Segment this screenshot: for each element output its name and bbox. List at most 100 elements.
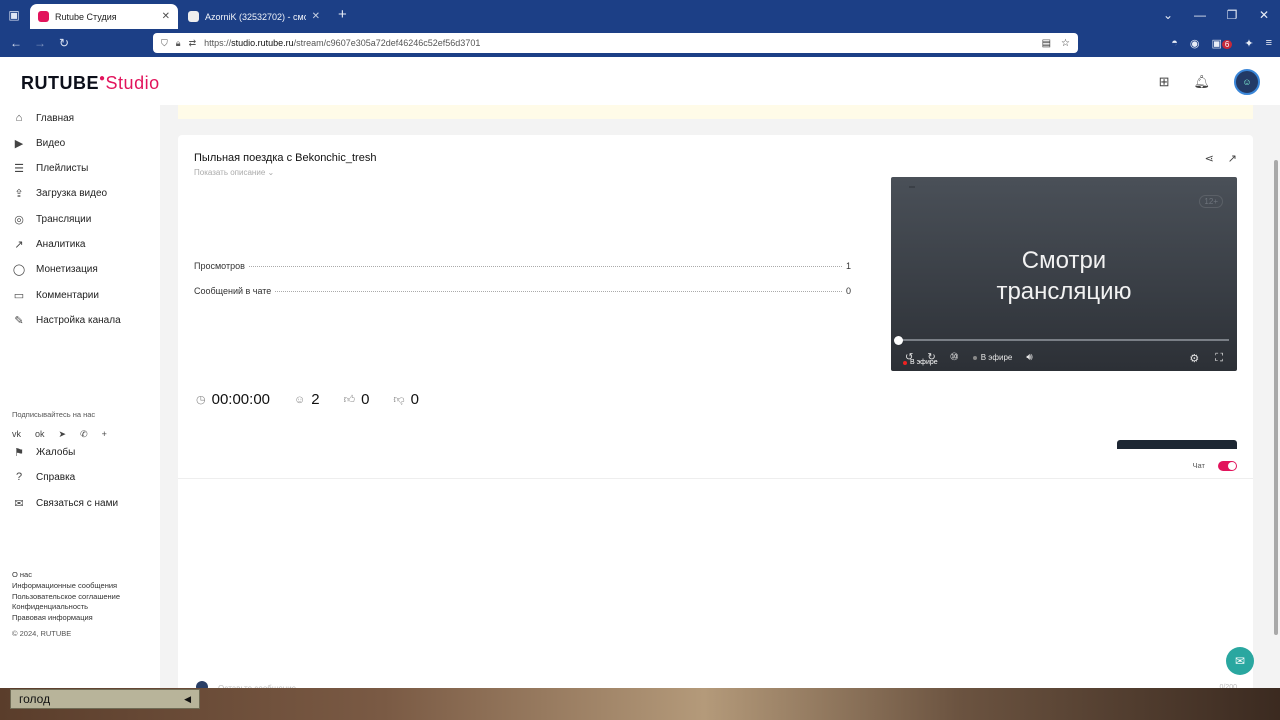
addon-badge-icon[interactable]: ▣ 6 [1212, 37, 1233, 50]
sidebar-item-upload[interactable]: ⇪ Загрузка видео [12, 187, 107, 200]
upload-icon: ⇪ [14, 188, 24, 200]
bookmark-star-icon[interactable]: ☆ [1061, 38, 1070, 49]
dislikes-count: 0 [410, 391, 419, 408]
analytics-icon: ↗ [14, 239, 24, 251]
shield-icon: ⛉ [161, 37, 168, 48]
lock-icon: 🔒︎ [175, 37, 181, 48]
close-tab-icon[interactable]: ✕ [312, 11, 320, 22]
copyright: © 2024, RUTUBE [12, 629, 72, 638]
sidebar-item-comments[interactable]: ▭ Комментарии [12, 289, 99, 302]
chat-toggle[interactable] [1218, 461, 1237, 471]
extension-icon[interactable]: ◉ [1190, 37, 1200, 50]
reload-icon[interactable]: ↻ [52, 36, 76, 50]
tab-list-icon[interactable]: ⌄ [1152, 8, 1184, 22]
more-icon[interactable]: + [102, 429, 107, 440]
sidebar-item-monetization[interactable]: ◯ Монетизация [12, 263, 98, 276]
maximize-icon[interactable]: ❐ [1216, 8, 1248, 22]
sidebar-item-video[interactable]: ▶ Видео [12, 137, 65, 150]
create-icon[interactable]: ⊞ [1159, 74, 1170, 90]
settings-icon: ✎ [14, 315, 24, 327]
volume-icon[interactable]: 🔊︎ [1026, 352, 1032, 363]
stream-counters: ◷ 00:00:00 ☺ 2 👍︎ 0 👎︎ 0 [196, 391, 443, 408]
viber-icon[interactable]: ✆ [80, 429, 88, 440]
ok-icon[interactable]: ok [35, 429, 45, 440]
forward-icon[interactable]: → [28, 36, 52, 50]
minimize-icon[interactable]: — [1184, 8, 1216, 22]
live-badge: В эфире [903, 359, 938, 366]
url-field[interactable]: ⛉ 🔒︎ ⇄ https://studio.rutube.ru/stream/c… [153, 33, 1078, 53]
footer-link-privacy[interactable]: Конфиденциальность [12, 602, 120, 613]
studio-app: RUTUBE●Studio ⊞ 🔔︎ ☺ ⌂ Главная ▶ Видео ☰ Пл… [0, 57, 1280, 720]
share-icon[interactable]: ⋖ [1205, 152, 1214, 165]
footer-link-about[interactable]: О нас [12, 570, 120, 581]
chat-panel: Чат Оставьте сообщение 0/200 [178, 449, 1253, 720]
new-tab-icon[interactable]: + [338, 6, 347, 23]
notifications-icon[interactable]: 🔔︎ [1193, 74, 1210, 90]
close-window-icon[interactable]: ✕ [1248, 8, 1280, 22]
sidebar: ⌂ Главная ▶ Видео ☰ Плейлисты ⇪ Загрузка вид… [0, 105, 160, 720]
rutube-favicon-icon [38, 11, 49, 22]
sidebar-item-complaints[interactable]: ⚑ Жалобы [12, 446, 75, 459]
fullscreen-icon[interactable]: ⛶ [1215, 352, 1223, 365]
help-icon: ? [15, 471, 23, 483]
menu-icon[interactable]: ≡ [1266, 37, 1272, 49]
sidebar-item-analytics[interactable]: ↗ Аналитика [12, 238, 85, 251]
contact-icon: ✉ [14, 498, 24, 510]
avatar[interactable]: ☺ [1234, 69, 1260, 95]
stat-chat-messages: Сообщений в чате 0 [194, 286, 851, 296]
viewers-count: 2 [311, 391, 320, 408]
browser-tab[interactable]: AzorniK (32532702) - смотреть ✕ [180, 4, 328, 29]
player-cta: Смотри трансляцию [996, 247, 1132, 305]
home-icon: ⌂ [15, 112, 23, 124]
tab-actions-icon[interactable]: ▣ [0, 0, 28, 29]
footer-links: О нас Информационные сообщения Пользоват… [12, 570, 120, 624]
likes-count: 0 [361, 391, 370, 408]
money-icon: ◯ [12, 264, 26, 276]
stream-card: Пыльная поездка с Bekonchic_tresh Показа… [178, 135, 1253, 483]
comments-icon: ▭ [13, 290, 25, 302]
page-scrollbar[interactable] [1274, 160, 1278, 635]
sidebar-item-home[interactable]: ⌂ Главная [12, 112, 74, 124]
player-watermark [909, 186, 915, 188]
skip-10-icon[interactable]: ⑩ [950, 352, 959, 363]
footer-link-terms[interactable]: Пользовательское соглашение [12, 592, 120, 603]
browser-tab-active[interactable]: Rutube Студия ✕ [30, 4, 178, 29]
show-description-link[interactable]: Показать описание ⌄ [194, 168, 274, 177]
vk-icon[interactable]: vk [12, 429, 21, 440]
flag-icon: ⚑ [14, 447, 24, 459]
rutube-studio-logo[interactable]: RUTUBE●Studio [21, 73, 160, 94]
reader-mode-icon[interactable]: ▤ [1042, 38, 1051, 49]
sidebar-item-playlists[interactable]: ☰ Плейлисты [12, 162, 88, 175]
progress-bar[interactable] [899, 339, 1229, 341]
player-settings-icon[interactable]: ⚙ [1189, 352, 1199, 365]
telegram-icon[interactable]: ➤ [59, 429, 67, 440]
pocket-icon[interactable]: ◓ [1171, 37, 1178, 49]
sidebar-item-broadcasts[interactable]: ◎ Трансляции [12, 213, 91, 226]
footer-link-info[interactable]: Информационные сообщения [12, 581, 120, 592]
open-external-icon[interactable]: ↗ [1228, 152, 1237, 165]
back-icon[interactable]: ← [4, 36, 28, 50]
address-bar-row: ← → ↻ ⛉ 🔒︎ ⇄ https://studio.rutube.ru/st… [0, 29, 1280, 57]
window-controls: ⌄ — ❐ ✕ [1152, 0, 1280, 29]
chat-label: Чат [1192, 461, 1205, 470]
viewers-icon: ☺ [294, 393, 306, 406]
footer-link-legal[interactable]: Правовая информация [12, 613, 120, 624]
sidebar-item-help[interactable]: ? Справка [12, 471, 75, 483]
stat-views: Просмотров 1 [194, 261, 851, 271]
playlist-icon: ☰ [14, 163, 24, 175]
dislike-icon: 👎︎ [393, 394, 405, 406]
puzzle-icon[interactable]: ✦ [1244, 37, 1253, 50]
sidebar-item-contact[interactable]: ✉ Связаться с нами [12, 497, 118, 510]
permissions-icon: ⇄ [188, 37, 197, 48]
support-chat-button[interactable]: ✉ [1226, 647, 1254, 675]
sidebar-item-channel-settings[interactable]: ✎ Настройка канала [12, 314, 120, 327]
progress-knob[interactable] [894, 336, 903, 345]
site-favicon-icon [188, 11, 199, 22]
broadcast-icon: ◎ [14, 214, 24, 226]
video-player[interactable]: 12+ Смотри трансляцию ↺ ↻ ⑩ В эфире 🔊︎ В … [891, 177, 1237, 371]
extension-icons: ◓ ◉ ▣ 6 ✦ ≡ [1171, 29, 1272, 57]
hunger-indicator: голод ◀ [10, 689, 200, 709]
close-tab-icon[interactable]: ✕ [162, 11, 170, 22]
notice-banner [178, 105, 1253, 119]
live-indicator: В эфире [972, 353, 1012, 362]
